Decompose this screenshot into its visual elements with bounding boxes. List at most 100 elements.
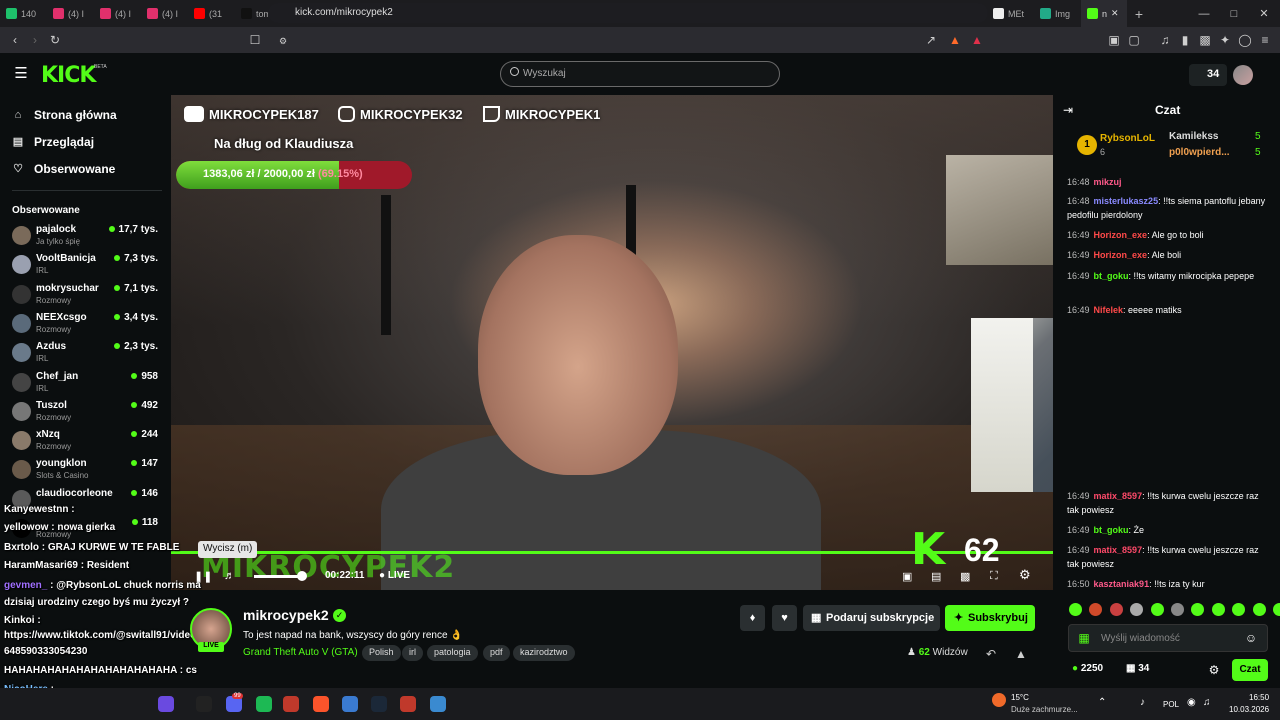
stream-tag[interactable]: pdf <box>483 645 510 661</box>
stream-tag[interactable]: patologia <box>427 645 478 661</box>
browser-tab[interactable]: 140 <box>0 0 47 27</box>
hamburger-menu-icon[interactable]: ☰ <box>13 66 29 82</box>
brave-shield-icon[interactable]: ▲ <box>947 32 963 48</box>
emote-icon[interactable] <box>1273 603 1280 616</box>
leader-third-name[interactable]: p0l0wpierd... <box>1169 147 1230 158</box>
user-avatar[interactable] <box>1233 65 1253 85</box>
chat-user[interactable]: matix_8597 <box>1094 545 1143 555</box>
chat-user[interactable]: misterlukasz25 <box>1094 196 1159 206</box>
share-icon[interactable]: ↗ <box>923 32 939 48</box>
network-icon[interactable]: ◉ <box>1187 697 1196 708</box>
volume-icon[interactable]: ♬ <box>224 570 235 582</box>
browser-tab[interactable]: (4) I <box>94 0 141 27</box>
close-tab-icon[interactable]: ✕ <box>1111 8 1119 19</box>
site-info-icon[interactable]: ⚙ <box>275 33 291 49</box>
emoji-icon[interactable]: ☺ <box>1243 630 1259 646</box>
chat-user[interactable]: bt_goku <box>1094 271 1129 281</box>
taskbar-app-icon[interactable] <box>196 696 212 712</box>
screenshot-icon[interactable]: ▢ <box>1126 32 1142 48</box>
extensions-icon[interactable]: ▣ <box>1106 32 1122 48</box>
chat-user[interactable]: kasztaniak91 <box>1094 579 1150 589</box>
collapse-chat-icon[interactable]: ⇥ <box>1060 102 1076 118</box>
stream-tag[interactable]: kazirodztwo <box>513 645 575 661</box>
nav-home[interactable]: ⌂ Strona główna <box>12 108 117 122</box>
wallet-icon[interactable]: ▩ <box>1197 32 1213 48</box>
browser-tab[interactable]: (31 <box>188 0 235 27</box>
chat-user[interactable]: mikzuj <box>1094 177 1122 187</box>
sidebar-toggle-icon[interactable]: ▮ <box>1177 32 1193 48</box>
minimize-button[interactable]: — <box>1188 0 1220 27</box>
chat-user[interactable]: Horizon_exe <box>1094 250 1148 260</box>
leader-second-name[interactable]: Kamilekss <box>1169 131 1218 142</box>
share-stream-icon[interactable]: ↶ <box>983 646 999 662</box>
browser-tab[interactable]: Img <box>1034 0 1081 27</box>
back-icon[interactable]: ‹ <box>7 32 23 48</box>
taskbar-app-icon[interactable] <box>371 696 387 712</box>
gift-subscription-button[interactable]: ▦ Podaruj subskrypcje <box>803 605 940 631</box>
kick-logo[interactable]: KICK <box>41 63 96 88</box>
clip-icon[interactable]: ▩ <box>960 570 970 583</box>
follow-heart-icon[interactable]: ♥ <box>772 605 797 631</box>
taskbar-app-icon[interactable] <box>342 696 358 712</box>
emote-icon[interactable] <box>1069 603 1082 616</box>
media-icon[interactable]: ♫ <box>1157 32 1173 48</box>
followed-channel[interactable]: youngklon Slots & Casino 147 <box>12 457 162 485</box>
brave-rewards-icon[interactable]: ▲ <box>969 32 985 48</box>
forward-icon[interactable]: › <box>27 32 43 48</box>
followed-channel[interactable]: mokrysuchar Rozmowy 7,1 tys. <box>12 282 162 310</box>
taskbar-app-icon[interactable] <box>313 696 329 712</box>
followed-channel[interactable]: VooltBanicja IRL 7,3 tys. <box>12 252 162 280</box>
nav-browse[interactable]: ▤ Przeglądaj <box>12 135 94 149</box>
stream-tag[interactable]: irl <box>402 645 423 661</box>
chat-settings-icon[interactable]: ⚙ <box>1206 662 1222 678</box>
new-tab-button[interactable]: + <box>1127 6 1151 22</box>
taskbar-app-icon[interactable] <box>283 696 299 712</box>
theater-icon[interactable]: ▤ <box>931 570 941 583</box>
followed-channel[interactable]: pajalock Ja tylko śpię 17,7 tys. <box>12 223 162 251</box>
emote-icon[interactable] <box>1211 603 1225 616</box>
url-field[interactable]: kick.com/mikrocypek2 <box>268 3 988 23</box>
browser-tab[interactable]: MEt <box>987 0 1034 27</box>
taskbar-app-icon[interactable] <box>400 696 416 712</box>
send-chat-button[interactable]: Czat <box>1232 659 1268 681</box>
notification-bell-icon[interactable]: ♦ <box>740 605 765 631</box>
followed-channel[interactable]: Chef_jan IRL 958 <box>12 370 162 398</box>
fullscreen-icon[interactable]: ⛶ <box>990 570 998 583</box>
settings-icon[interactable]: ⚙ <box>1019 567 1031 583</box>
browser-tab[interactable]: (4) I <box>141 0 188 27</box>
followed-channel[interactable]: xNzq Rozmowy 244 <box>12 428 162 456</box>
chat-mod-icon[interactable]: ▦ <box>1076 630 1092 646</box>
chat-user[interactable]: Horizon_exe <box>1094 230 1148 240</box>
leo-ai-icon[interactable]: ✦ <box>1217 32 1233 48</box>
chat-user[interactable]: matix_8597 <box>1094 491 1143 501</box>
emote-icon[interactable] <box>1150 603 1164 616</box>
emote-icon[interactable] <box>1171 603 1184 616</box>
vpn-icon[interactable]: ◯ <box>1237 32 1253 48</box>
maximize-button[interactable]: □ <box>1218 0 1250 27</box>
chat-user[interactable]: Nifelek <box>1094 305 1124 315</box>
menu-icon[interactable]: ≡ <box>1257 32 1273 48</box>
volume-slider[interactable] <box>254 575 302 578</box>
taskbar-app-icon[interactable] <box>158 696 174 712</box>
video-player[interactable]: MIKROCYPEK187 MIKROCYPEK32 MIKROCYPEK1 N… <box>171 95 1053 590</box>
speaker-icon[interactable]: ♫ <box>1203 697 1211 708</box>
followed-channel[interactable]: Tuszol Rozmowy 492 <box>12 399 162 427</box>
stream-category[interactable]: Grand Theft Auto V (GTA) <box>243 647 358 658</box>
reload-icon[interactable]: ↻ <box>47 32 63 48</box>
chat-input[interactable]: Wyślij wiadomość <box>1068 624 1268 652</box>
followed-channel[interactable]: Azdus IRL 2,3 tys. <box>12 340 162 368</box>
active-tab[interactable]: n ✕ <box>1081 0 1127 27</box>
microphone-icon[interactable]: ♪ <box>1140 697 1145 708</box>
chat-user[interactable]: bt_goku <box>1094 525 1129 535</box>
tray-chevron-icon[interactable]: ⌃ <box>1098 697 1106 708</box>
nav-following[interactable]: ♡ Obserwowane <box>12 162 115 176</box>
stream-tag[interactable]: Polish <box>362 645 401 661</box>
pip-icon[interactable]: ▣ <box>902 570 912 583</box>
browser-tab[interactable]: (4) I <box>47 0 94 27</box>
taskbar-app-icon[interactable] <box>256 696 272 712</box>
subscribe-button[interactable]: ✦ Subskrybuj <box>945 605 1035 631</box>
emote-icon[interactable] <box>1252 603 1266 616</box>
search-input[interactable]: Wyszukaj <box>500 61 780 87</box>
taskbar-app-icon[interactable] <box>430 696 446 712</box>
close-window-button[interactable]: ✕ <box>1248 0 1280 27</box>
